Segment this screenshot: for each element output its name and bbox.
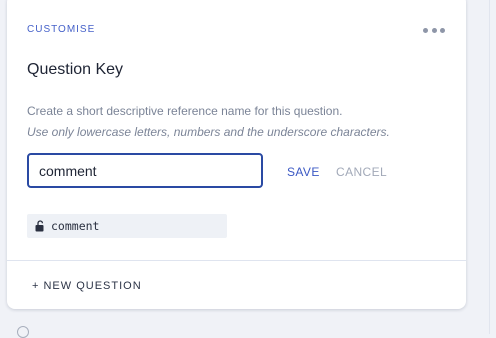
question-key-input[interactable] <box>27 153 263 188</box>
cancel-button[interactable]: CANCEL <box>336 165 387 179</box>
unlock-icon <box>35 220 44 232</box>
description-line: Create a short descriptive reference nam… <box>27 104 343 118</box>
dot <box>431 27 437 33</box>
current-key-text: comment <box>51 219 100 233</box>
new-question-button[interactable]: + NEW QUESTION <box>32 280 142 292</box>
current-key-chip: comment <box>27 214 227 238</box>
save-button[interactable]: SAVE <box>287 165 320 179</box>
scrollbar-edge <box>489 0 490 334</box>
more-options-icon[interactable] <box>423 25 445 35</box>
section-label: CUSTOMISE <box>27 24 96 35</box>
dot <box>440 27 445 33</box>
divider <box>7 260 466 261</box>
customise-card: CUSTOMISE Question Key Create a short de… <box>7 0 466 309</box>
circle-icon <box>17 326 29 338</box>
dot <box>423 27 428 33</box>
panel-title: Question Key <box>27 61 124 78</box>
description-hint: Use only lowercase letters, numbers and … <box>27 125 390 139</box>
description: Create a short descriptive reference nam… <box>27 101 390 143</box>
